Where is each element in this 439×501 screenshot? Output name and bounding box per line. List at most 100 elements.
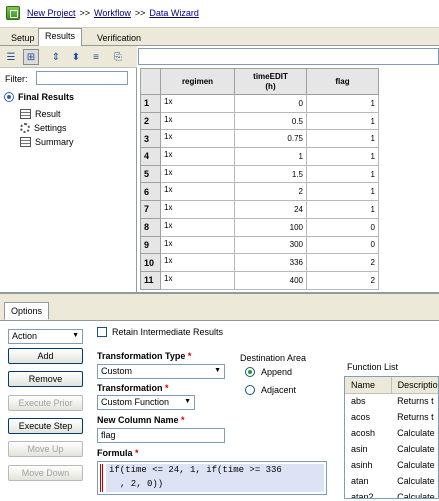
cell-time[interactable]: 0: [234, 94, 307, 113]
cell-time[interactable]: 24: [234, 200, 307, 219]
tree-root-final-results[interactable]: Final Results: [4, 92, 74, 102]
cell-regimen[interactable]: 1x: [160, 235, 235, 255]
retain-intermediate-checkbox[interactable]: [97, 327, 107, 337]
function-list-item[interactable]: acosh Calculate: [345, 425, 438, 441]
function-list-table[interactable]: Name Description abs Returns t acos Returns…: [344, 376, 439, 499]
column-header-name[interactable]: Name: [345, 377, 392, 394]
row-number[interactable]: 9: [140, 235, 161, 255]
breadcrumb-workflow[interactable]: Workflow: [94, 8, 131, 18]
table-row[interactable]: 3 1x 0.75 1: [140, 129, 379, 149]
table-row[interactable]: 10 1x 336 2: [140, 253, 379, 272]
move-down-button[interactable]: Move Down: [8, 465, 83, 481]
cell-flag[interactable]: 1: [306, 147, 379, 166]
execute-prior-button[interactable]: Execute Prior: [8, 395, 83, 411]
row-number[interactable]: 11: [140, 270, 161, 290]
function-list-item[interactable]: acos Returns t: [345, 409, 438, 425]
column-header[interactable]: timeEDIT (h): [234, 68, 307, 95]
tree-item-result[interactable]: Result: [20, 109, 61, 119]
collapse-all-icon[interactable]: ≡: [88, 49, 104, 65]
new-column-name-input[interactable]: flag: [97, 428, 225, 443]
transformation-type-select[interactable]: Custom ▼: [97, 364, 225, 379]
list-view-icon[interactable]: ☰: [3, 49, 19, 65]
cell-flag[interactable]: 2: [306, 253, 379, 272]
tree-view-icon[interactable]: ⊞: [23, 49, 39, 65]
remove-button[interactable]: Remove: [8, 371, 83, 387]
tab-options[interactable]: Options: [4, 302, 50, 320]
function-list-item[interactable]: asin Calculate: [345, 441, 438, 457]
cell-regimen[interactable]: 1x: [160, 182, 235, 202]
row-number[interactable]: 5: [140, 164, 161, 184]
table-row[interactable]: 4 1x 1 1: [140, 147, 379, 166]
cell-flag[interactable]: 1: [306, 164, 379, 184]
row-number[interactable]: 1: [140, 94, 161, 113]
function-list-item[interactable]: atan2 Calculate: [345, 489, 438, 498]
column-header[interactable]: flag: [306, 68, 379, 95]
table-row[interactable]: 6 1x 2 1: [140, 182, 379, 202]
cell-flag[interactable]: 0: [306, 235, 379, 255]
cell-flag[interactable]: 1: [306, 94, 379, 113]
cell-time[interactable]: 100: [234, 217, 307, 237]
move-down-icon[interactable]: ⬍: [68, 49, 84, 65]
cell-flag[interactable]: 1: [306, 182, 379, 202]
function-list-item[interactable]: abs Returns t: [345, 393, 438, 409]
row-number[interactable]: 10: [140, 253, 161, 272]
cell-regimen[interactable]: 1x: [160, 253, 235, 272]
table-row[interactable]: 1 1x 0 1: [140, 94, 379, 113]
tree-item-summary[interactable]: Summary: [20, 137, 74, 147]
column-header-description[interactable]: Description: [391, 377, 438, 394]
destination-append-radio[interactable]: [245, 367, 255, 377]
transformation-select[interactable]: Custom Function ▼: [97, 395, 195, 410]
cell-flag[interactable]: 1: [306, 111, 379, 131]
cell-regimen[interactable]: 1x: [160, 94, 235, 113]
cell-time[interactable]: 400: [234, 270, 307, 290]
table-row[interactable]: 7 1x 24 1: [140, 200, 379, 219]
cell-regimen[interactable]: 1x: [160, 200, 235, 219]
cell-time[interactable]: 2: [234, 182, 307, 202]
table-row[interactable]: 2 1x 0.5 1: [140, 111, 379, 131]
cell-time[interactable]: 1.5: [234, 164, 307, 184]
function-list-item[interactable]: atan Calculate: [345, 473, 438, 489]
table-row[interactable]: 8 1x 100 0: [140, 217, 379, 237]
table-row[interactable]: 5 1x 1.5 1: [140, 164, 379, 184]
row-number[interactable]: 4: [140, 147, 161, 166]
row-number[interactable]: 2: [140, 111, 161, 131]
cell-flag[interactable]: 1: [306, 129, 379, 149]
table-row[interactable]: 11 1x 400 2: [140, 270, 379, 290]
tab-setup[interactable]: Setup: [4, 30, 42, 46]
cell-time[interactable]: 1: [234, 147, 307, 166]
move-up-button[interactable]: Move Up: [8, 441, 83, 457]
row-number[interactable]: 3: [140, 129, 161, 149]
cell-regimen[interactable]: 1x: [160, 147, 235, 166]
breadcrumb-new-project[interactable]: New Project: [27, 8, 76, 18]
cell-regimen[interactable]: 1x: [160, 111, 235, 131]
cell-time[interactable]: 0.75: [234, 129, 307, 149]
cell-time[interactable]: 0.5: [234, 111, 307, 131]
add-button[interactable]: Add: [8, 348, 83, 364]
cell-flag[interactable]: 0: [306, 217, 379, 237]
tab-verification[interactable]: Verification: [90, 30, 148, 46]
function-list-item[interactable]: asinh Calculate: [345, 457, 438, 473]
formula-editor[interactable]: if(time <= 24, 1, if(time >= 336 , 2, 0)…: [97, 461, 327, 495]
column-header[interactable]: regimen: [160, 68, 235, 95]
execute-step-button[interactable]: Execute Step: [8, 418, 83, 434]
cell-time[interactable]: 300: [234, 235, 307, 255]
cell-regimen[interactable]: 1x: [160, 270, 235, 290]
table-row[interactable]: 9 1x 300 0: [140, 235, 379, 255]
filter-input[interactable]: [36, 71, 128, 85]
destination-adjacent-radio[interactable]: [245, 385, 255, 395]
cell-flag[interactable]: 1: [306, 200, 379, 219]
breadcrumb-data-wizard[interactable]: Data Wizard: [149, 8, 199, 18]
cell-regimen[interactable]: 1x: [160, 129, 235, 149]
action-select[interactable]: Action ▼: [8, 329, 83, 344]
row-number[interactable]: 7: [140, 200, 161, 219]
row-number[interactable]: 6: [140, 182, 161, 202]
cell-regimen[interactable]: 1x: [160, 164, 235, 184]
export-icon[interactable]: ⎘: [110, 49, 126, 65]
tree-item-settings[interactable]: Settings: [20, 123, 67, 133]
row-number[interactable]: 8: [140, 217, 161, 237]
cell-regimen[interactable]: 1x: [160, 217, 235, 237]
cell-time[interactable]: 336: [234, 253, 307, 272]
expand-all-icon[interactable]: ⇕: [48, 49, 64, 65]
tab-results[interactable]: Results: [38, 28, 83, 47]
cell-flag[interactable]: 2: [306, 270, 379, 290]
